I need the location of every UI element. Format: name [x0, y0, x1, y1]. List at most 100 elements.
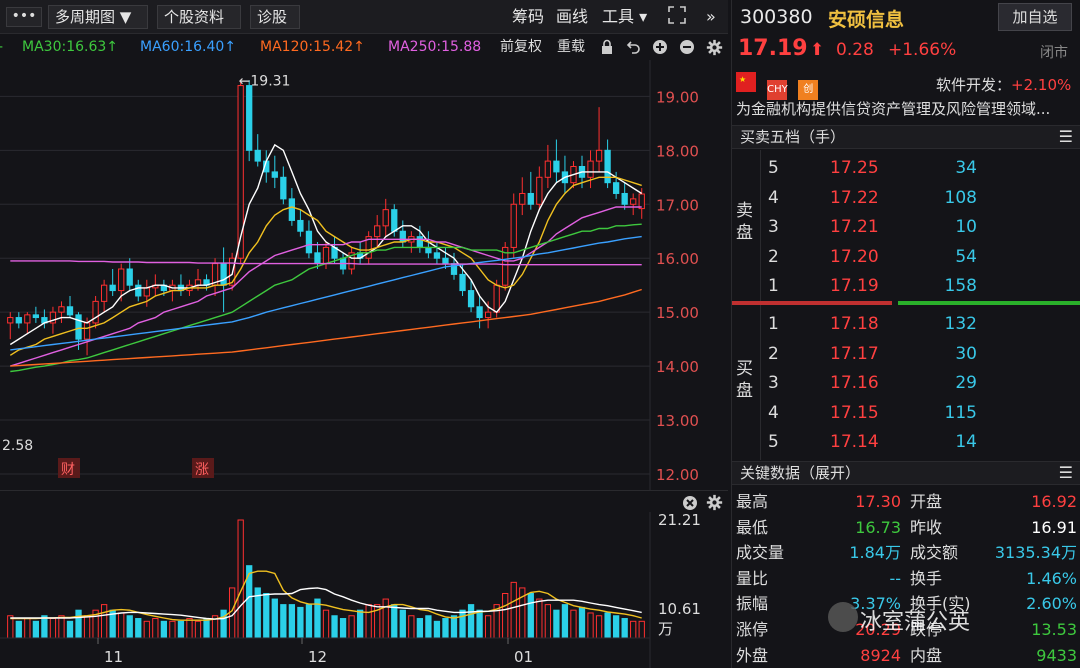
ask-row-level: 2 [768, 246, 779, 267]
price-tick-label: 12.00 [656, 466, 699, 484]
candlestick-chart[interactable]: 19.00 18.00 17.00 16.00 15.00 14.00 13.00 12.00… [0, 60, 728, 490]
volume-bar [263, 592, 270, 639]
price-tick-label: 17.00 [656, 196, 699, 214]
candle [348, 247, 355, 275]
orderbook-header: 买卖五档（手） ☰ [732, 125, 1080, 149]
ask-row-price: 17.20 [830, 246, 879, 267]
ask-row-level: 4 [768, 187, 779, 208]
ask-row[interactable]: 5 17.25 34 [732, 154, 1080, 182]
diagnose-button[interactable]: 诊股 [250, 5, 300, 29]
ma-legend-dash: - [0, 34, 3, 60]
gear-icon[interactable] [706, 34, 723, 60]
ask-row-level: 1 [768, 276, 779, 297]
candle [399, 220, 406, 248]
undo-icon[interactable] [626, 34, 642, 60]
volume-bar [237, 519, 244, 639]
volume-bar [143, 620, 150, 639]
volume-bar [604, 612, 611, 639]
candle [297, 209, 304, 237]
candle [331, 236, 338, 264]
volume-bar [305, 604, 313, 639]
ask-row[interactable]: 2 17.20 54 [732, 243, 1080, 271]
key-label: 量比 [736, 568, 769, 588]
ma250-label: MA250:15.88 [388, 39, 482, 55]
key-label: 内盘 [910, 645, 943, 665]
price-tick-label: 18.00 [656, 142, 699, 160]
more-options-button[interactable]: ••• [6, 7, 42, 27]
financial-report-tag[interactable]: 财 [58, 458, 80, 478]
menu-icon[interactable]: ☰ [1059, 126, 1073, 148]
draw-line-button[interactable]: 画线 [556, 5, 588, 29]
volume-bar [49, 618, 57, 639]
volume-bar [544, 604, 552, 639]
key-label: 成交量 [736, 543, 785, 563]
candle [553, 139, 560, 183]
key-label: 最低 [736, 517, 769, 537]
volume-bar [41, 615, 48, 639]
lock-icon[interactable] [600, 34, 614, 60]
sell-pressure-bar [732, 301, 892, 305]
ask-row-price: 17.25 [830, 158, 879, 178]
sector-label: 软件开发： [936, 76, 1012, 94]
volume-bar [536, 598, 543, 639]
ma120-label: MA120:15.42↑ [260, 39, 365, 55]
volume-bar [630, 620, 637, 639]
x-tick-label: 01 [514, 648, 533, 666]
add-watchlist-button[interactable]: 加自选 [998, 3, 1072, 31]
ask-row[interactable]: 3 17.21 10 [732, 213, 1080, 241]
overlay-button[interactable]: 重载 [557, 34, 585, 60]
stock-profile-button[interactable]: 个股资料 [157, 5, 241, 29]
volume-tick-label: 10.61 [658, 600, 701, 618]
volume-bar [399, 609, 406, 639]
volume-bar [118, 612, 125, 639]
more-right-icon[interactable]: » [706, 5, 716, 29]
low-marker-label: 2.58 [2, 438, 33, 454]
key-value: 17.30 [855, 492, 901, 511]
candle [211, 258, 219, 296]
period-dropdown[interactable]: 多周期图 ▼ [48, 5, 148, 29]
ask-row[interactable]: 4 17.22 108 [732, 184, 1080, 212]
volume-bar [570, 609, 577, 639]
svg-text:★: ★ [739, 75, 746, 84]
candle [527, 171, 534, 210]
chips-button[interactable]: 筹码 [512, 5, 544, 29]
bid-row[interactable]: 5 17.14 14 [732, 428, 1080, 456]
up-arrow-icon: ⬆ [810, 40, 825, 60]
key-value: 16.91 [1031, 517, 1077, 537]
zoom-out-icon[interactable] [679, 34, 695, 60]
key-label: 涨停 [736, 620, 769, 639]
bid-row[interactable]: 4 17.15 115 [732, 399, 1080, 427]
candle [280, 166, 287, 205]
candle [510, 193, 517, 259]
volume-bar [66, 620, 74, 639]
volume-bar [160, 620, 168, 639]
volume-bar [32, 620, 40, 639]
bid-row-volume: 132 [944, 314, 977, 334]
zoom-in-icon[interactable] [652, 34, 668, 60]
candle [92, 295, 99, 329]
candle [24, 312, 31, 334]
high-marker-label: ←19.31 [239, 74, 291, 90]
stock-flags: ★ CHY 创 [736, 72, 824, 100]
company-description[interactable]: 为金融机构提供信贷资产管理及风险管理领域... [736, 98, 1076, 119]
volume-bar [425, 615, 432, 639]
svg-text:涨: 涨 [195, 462, 209, 478]
sector-info[interactable]: 软件开发：+2.10% [936, 74, 1071, 95]
limit-up-tag[interactable]: 涨 [192, 458, 214, 478]
ma30-label: MA30:16.63↑ [22, 39, 118, 55]
volume-chart[interactable]: 21.21 10.61 万 11 12 01 [0, 490, 728, 668]
bid-row[interactable]: 3 17.16 29 [732, 369, 1080, 397]
bid-row-price: 17.15 [830, 402, 879, 423]
candle [408, 231, 415, 253]
key-data-header[interactable]: 关键数据（展开） ☰ [732, 461, 1080, 485]
adjust-mode-button[interactable]: 前复权 [500, 34, 542, 60]
bid-row[interactable]: 1 17.18 132 [732, 310, 1080, 338]
volume-bar [527, 592, 534, 639]
key-label: 外盘 [736, 645, 769, 665]
expand-icon[interactable] [667, 5, 687, 29]
ask-row[interactable]: 1 17.19 158 [732, 272, 1080, 300]
menu-icon[interactable]: ☰ [1059, 462, 1073, 484]
bid-row[interactable]: 2 17.17 30 [732, 340, 1080, 368]
wechat-icon [828, 602, 858, 632]
tools-dropdown[interactable]: 工具 ▾ [602, 5, 647, 29]
